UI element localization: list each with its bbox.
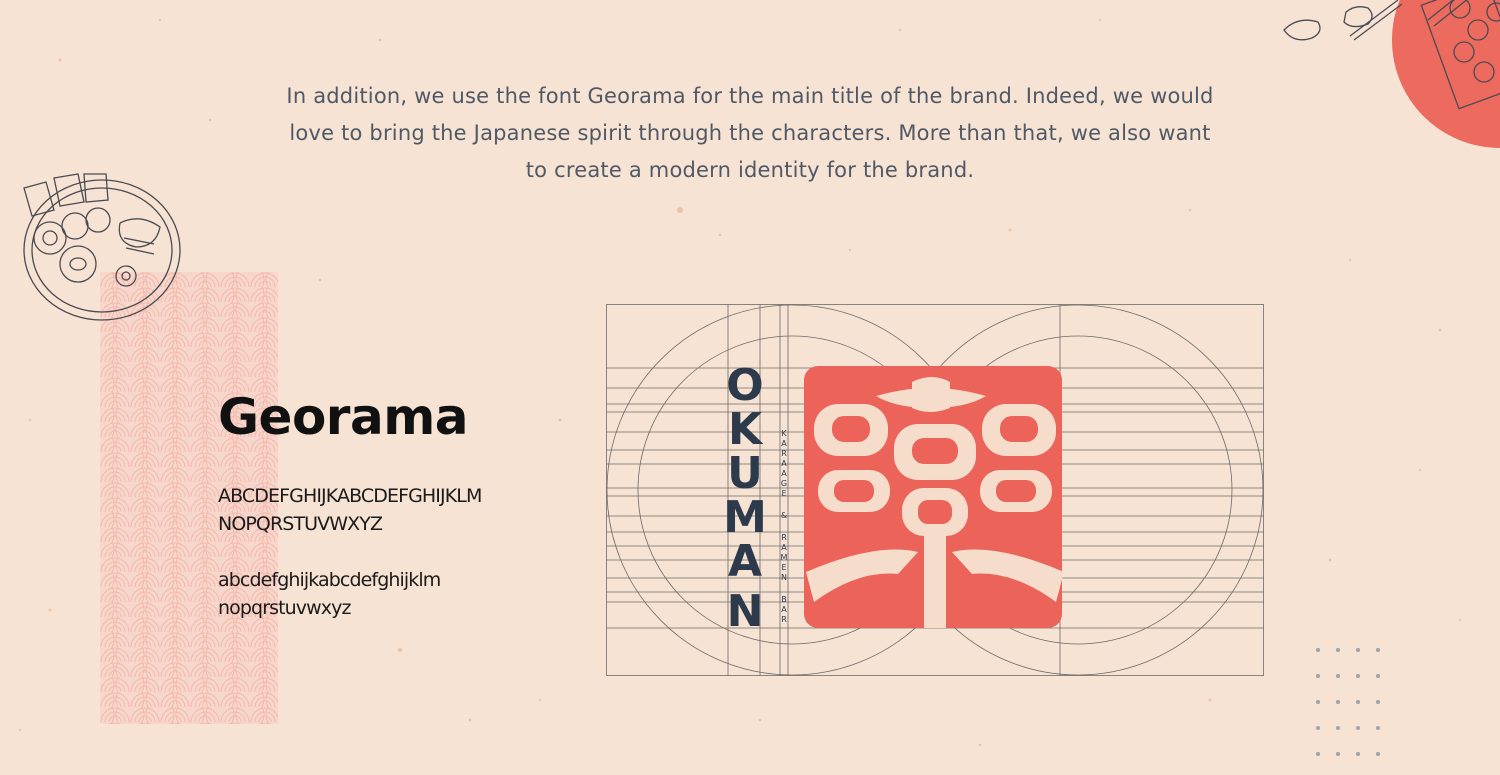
tagline-letter: K	[781, 429, 787, 438]
intro-paragraph: In addition, we use the font Georama for…	[270, 78, 1230, 189]
ramen-bowl-icon	[23, 173, 181, 321]
tagline-letter: N	[781, 573, 787, 582]
intro-line-1: In addition, we use the font Georama for…	[286, 84, 1214, 108]
tagline-letter: R	[781, 533, 787, 542]
lowercase-specimen: abcdefghijkabcdefghijklm nopqrstuvwxyz	[218, 566, 441, 622]
tagline-letter: A	[781, 469, 787, 478]
dot-grid-decoration	[1316, 648, 1380, 756]
tagline-letter: E	[781, 489, 786, 498]
lowercase-line-2: nopqrstuvwxyz	[218, 597, 351, 619]
tagline-karaage-ramen-bar: K A R A A G E & R A M E N B A R	[781, 429, 788, 624]
tagline-letter: R	[781, 449, 787, 458]
intro-line-3: to create a modern identity for the bran…	[525, 158, 975, 182]
uppercase-specimen: ABCDEFGHIJKABCDEFGHIJKLM NOPQRSTUVWXYZ	[218, 482, 482, 538]
tagline-letter: &	[781, 511, 787, 520]
intro-line-2: love to bring the Japanese spirit throug…	[289, 121, 1211, 145]
tagline-letter: G	[781, 479, 787, 488]
lowercase-line-1: abcdefghijkabcdefghijklm	[218, 569, 441, 591]
tagline-letter: R	[781, 615, 787, 624]
tagline-letter: A	[781, 439, 787, 448]
font-name-heading: Georama	[218, 388, 469, 446]
tagline-letter: M	[781, 553, 788, 562]
wordmark-letter: N	[727, 586, 764, 637]
sushi-tray-icon	[1283, 0, 1500, 148]
tagline-letter: A	[781, 543, 787, 552]
tagline-letter: A	[781, 459, 787, 468]
tagline-letter: A	[781, 605, 787, 614]
wordmark-letter: A	[728, 536, 762, 587]
tagline-letter: B	[781, 595, 787, 604]
uppercase-line-1: ABCDEFGHIJKABCDEFGHIJKLM	[218, 485, 482, 507]
logo-construction-grid: O K U M A N K A R A A G E & R A M E N B …	[606, 304, 1264, 676]
wordmark-okuman: O K U M A N	[723, 360, 767, 637]
tagline-letter: E	[781, 563, 786, 572]
uppercase-line-2: NOPQRSTUVWXYZ	[218, 513, 383, 535]
